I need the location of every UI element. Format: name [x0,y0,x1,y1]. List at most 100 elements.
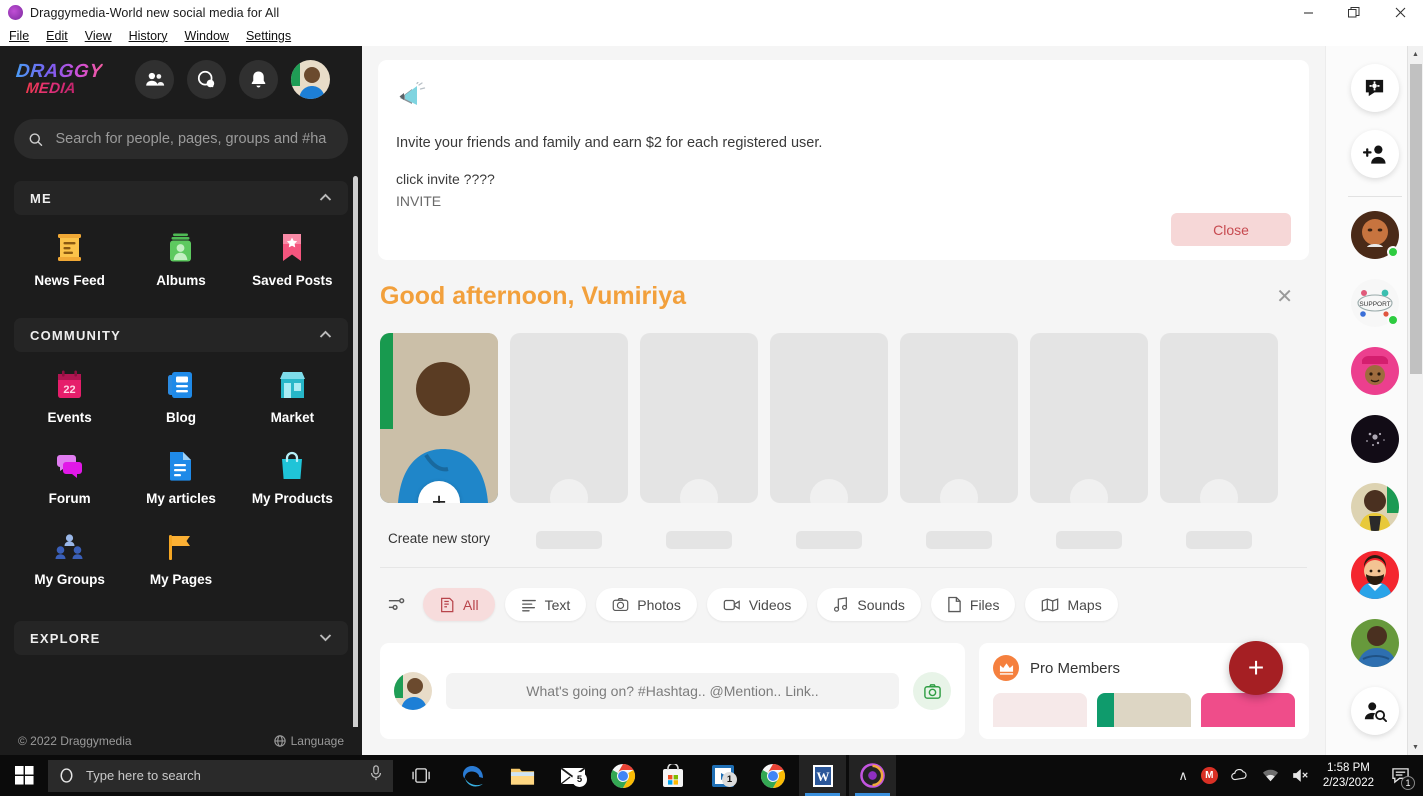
task-view-button[interactable] [399,755,446,796]
pro-member-card[interactable] [1097,693,1191,727]
page-scrollbar[interactable]: ▲ ▼ [1407,46,1423,755]
story-placeholder[interactable] [510,333,628,549]
filter-pill-videos[interactable]: Videos [706,588,808,621]
sidebar-item-forum[interactable]: Forum [14,433,125,514]
menu-item-edit[interactable]: Edit [46,29,68,43]
find-person-button[interactable] [1350,687,1399,735]
filter-pill-maps[interactable]: Maps [1025,588,1118,621]
sidebar-search[interactable] [14,119,348,159]
minimize-button[interactable] [1285,0,1331,25]
sidebar-item-my-products[interactable]: My Products [237,433,348,514]
filter-pill-all[interactable]: All [423,588,495,621]
store-button[interactable] [649,755,696,796]
pro-member-card[interactable] [1201,693,1295,727]
sidebar-item-saved-posts[interactable]: Saved Posts [237,215,348,296]
sidebar-item-events[interactable]: 22 Events [14,352,125,433]
search-input[interactable] [55,131,334,147]
tray-volume-icon[interactable] [1292,768,1310,783]
file-explorer-button[interactable] [499,755,546,796]
create-story-card[interactable]: + Create new story [380,333,498,549]
edge-button[interactable] [449,755,496,796]
taskbar-clock[interactable]: 1:58 PM 2/23/2022 [1323,761,1374,790]
post-composer[interactable]: What's going on? #Hashtag.. @Mention.. L… [380,643,965,739]
sidebar-item-market[interactable]: Market [237,352,348,433]
tray-mail-icon[interactable]: M [1200,767,1218,784]
menu-item-history[interactable]: History [129,29,168,43]
crown-icon [993,655,1019,681]
sidebar-scrollbar[interactable] [353,176,358,736]
sidebar-section-explore[interactable]: EXPLORE [14,621,348,655]
notifications-button[interactable] [239,60,278,99]
banner-close-button[interactable]: Close [1171,213,1291,246]
footer-language-button[interactable]: Language [273,734,344,748]
sidebar-item-albums[interactable]: Albums [125,215,236,296]
story-placeholder[interactable] [640,333,758,549]
add-friend-button[interactable] [1350,130,1399,178]
tray-expand-button[interactable]: ∧ [1178,768,1188,784]
create-post-fab[interactable]: + [1229,641,1283,695]
tune-icon[interactable] [380,588,413,621]
menu-item-view[interactable]: View [85,29,112,43]
filter-label: Photos [637,596,681,613]
greeting-dismiss-button[interactable]: ✕ [1276,284,1307,309]
contact-avatar[interactable]: SUPPORT [1350,279,1399,327]
composer-camera-button[interactable] [913,672,951,710]
contact-avatar[interactable] [1350,483,1399,531]
story-placeholder[interactable] [1160,333,1278,549]
pro-member-card[interactable] [993,693,1087,727]
tray-onedrive-icon[interactable] [1231,769,1249,782]
scroll-up-arrow[interactable]: ▲ [1408,46,1423,62]
contact-avatar[interactable] [1350,211,1399,259]
sidebar-item-my-groups[interactable]: My Groups [14,514,125,595]
clock-time: 1:58 PM [1327,762,1370,775]
mail-button[interactable]: 5 [549,755,596,796]
contact-avatar[interactable] [1350,551,1399,599]
story-placeholder[interactable] [900,333,1018,549]
menu-item-window[interactable]: Window [184,29,228,43]
chat-settings-button[interactable] [1350,64,1399,112]
start-button[interactable] [0,755,48,796]
messages-button[interactable] [187,60,226,99]
scroll-down-arrow[interactable]: ▼ [1408,739,1423,755]
sidebar-item-news-feed[interactable]: News Feed [14,215,125,296]
header-profile-avatar[interactable] [291,60,330,99]
microphone-icon[interactable] [369,765,383,786]
friends-button[interactable] [135,60,174,99]
composer-avatar[interactable] [394,672,432,710]
filter-pill-sounds[interactable]: Sounds [817,588,921,621]
filter-pill-text[interactable]: Text [504,588,587,621]
taskbar-search[interactable]: Type here to search [48,759,393,792]
menu-item-file[interactable]: File [9,29,29,43]
logo-line-2: MEDIA [25,79,77,97]
app-logo[interactable]: DRAGGY MEDIA [15,61,104,97]
story-placeholder[interactable] [770,333,888,549]
invite-link[interactable]: INVITE [396,193,1291,209]
filter-pill-photos[interactable]: Photos [596,588,697,621]
filter-pill-files[interactable]: Files [930,588,1016,621]
tray-wifi-icon[interactable] [1262,769,1279,783]
media-player-button[interactable]: 1 [699,755,746,796]
story-placeholder[interactable] [1030,333,1148,549]
sidebar-item-blog[interactable]: Blog [125,352,236,433]
scrollbar-thumb[interactable] [1410,64,1422,374]
maximize-restore-button[interactable] [1331,0,1377,25]
sidebar-item-my-articles[interactable]: My articles [125,433,236,514]
contact-avatar[interactable] [1350,415,1399,463]
draggy-button[interactable] [849,755,896,796]
chrome-2-icon [760,763,785,788]
sidebar-section-me[interactable]: ME [14,181,348,215]
composer-input[interactable]: What's going on? #Hashtag.. @Mention.. L… [446,673,899,709]
close-button[interactable] [1377,0,1423,25]
sidebar-label: Market [270,410,315,425]
chrome-button[interactable] [599,755,646,796]
action-center-button[interactable]: 1 [1387,763,1415,790]
word-button[interactable]: W [799,755,846,796]
chrome-2-button[interactable] [749,755,796,796]
sidebar-section-community[interactable]: COMMUNITY [14,318,348,352]
contact-avatar[interactable] [1350,347,1399,395]
forum-bubbles-icon [55,447,84,481]
chevron-down-icon [319,631,332,645]
contact-avatar[interactable] [1350,619,1399,667]
sidebar-item-my-pages[interactable]: My Pages [125,514,236,595]
menu-item-settings[interactable]: Settings [246,29,291,43]
